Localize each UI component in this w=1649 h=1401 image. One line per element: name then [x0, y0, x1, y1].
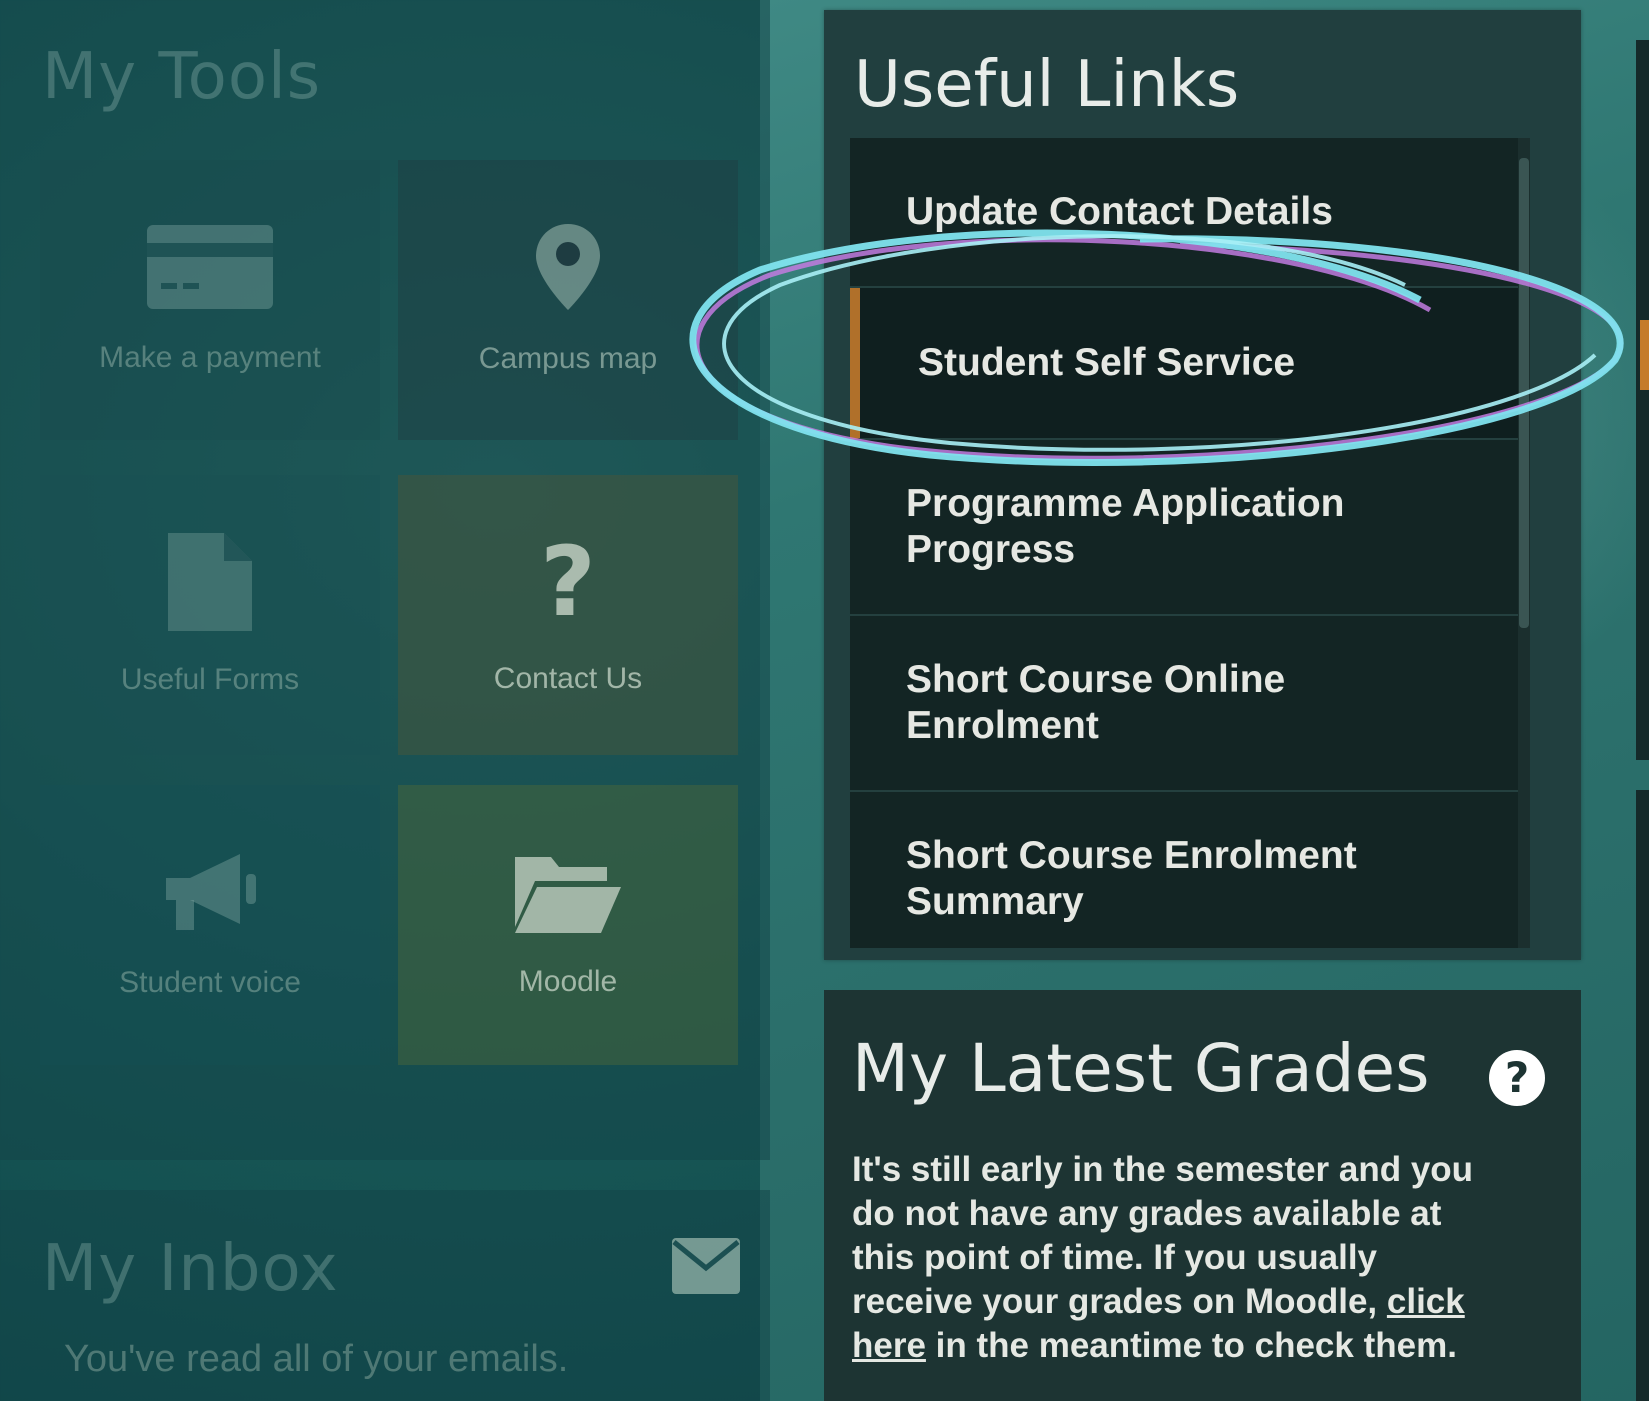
- useful-links-list[interactable]: Update Contact Details Student Self Serv…: [850, 138, 1530, 948]
- inbox-message: You've read all of your emails.: [64, 1338, 569, 1380]
- my-inbox-panel: My Inbox You've read all of your emails.: [0, 1190, 770, 1401]
- grades-message: It's still early in the semester and you…: [852, 1148, 1492, 1368]
- grades-message-text: It's still early in the semester and you…: [852, 1150, 1474, 1321]
- link-short-course-online-enrolment[interactable]: Short Course Online Enrolment: [850, 616, 1530, 792]
- adjacent-panel-edge: [1636, 790, 1649, 1401]
- links-scrollbar-thumb[interactable]: [1519, 158, 1529, 628]
- link-label: Short Course Online Enrolment: [906, 658, 1286, 747]
- link-label: Student Self Service: [918, 341, 1296, 384]
- tile-label: Student voice: [119, 966, 301, 999]
- my-inbox-heading: My Inbox: [42, 1232, 339, 1306]
- link-label: Programme Application Progress: [906, 482, 1345, 571]
- tile-make-a-payment[interactable]: Make a payment: [40, 160, 380, 440]
- question-circle-icon[interactable]: ?: [1489, 1050, 1545, 1106]
- useful-links-heading: Useful Links: [854, 48, 1240, 122]
- document-icon: [168, 533, 252, 631]
- my-tools-panel: My Tools Make a payment Campus map Usefu…: [0, 0, 770, 1160]
- links-scrollbar[interactable]: [1518, 138, 1530, 948]
- tile-campus-map[interactable]: Campus map: [398, 160, 738, 440]
- link-student-self-service[interactable]: Student Self Service: [850, 288, 1530, 440]
- tile-moodle[interactable]: Moodle: [398, 785, 738, 1065]
- folder-open-icon: [515, 851, 621, 933]
- tile-useful-forms[interactable]: Useful Forms: [40, 475, 380, 755]
- tile-label: Useful Forms: [120, 663, 300, 696]
- link-programme-application-progress[interactable]: Programme Application Progress: [850, 440, 1530, 616]
- megaphone-icon: [160, 850, 260, 934]
- tile-label: Make a payment: [99, 341, 321, 374]
- link-update-contact-details[interactable]: Update Contact Details: [850, 138, 1530, 288]
- envelope-icon[interactable]: [672, 1238, 740, 1298]
- adjacent-accent: [1640, 320, 1649, 390]
- tile-label: Moodle: [518, 965, 618, 998]
- grades-message-text-end: in the meantime to check them.: [935, 1326, 1457, 1365]
- useful-links-panel: Useful Links Update Contact Details Stud…: [824, 10, 1581, 960]
- tile-label: Contact Us: [493, 662, 643, 695]
- tile-contact-us[interactable]: ? Contact Us: [398, 475, 738, 755]
- link-short-course-enrolment-summary[interactable]: Short Course Enrolment Summary: [850, 792, 1530, 948]
- tile-label: Campus map: [478, 342, 658, 375]
- map-pin-icon: [536, 224, 600, 310]
- link-label: Update Contact Details: [906, 190, 1333, 233]
- latest-grades-heading: My Latest Grades: [852, 1030, 1430, 1107]
- my-tools-heading: My Tools: [42, 40, 322, 114]
- credit-card-icon: [147, 225, 273, 309]
- adjacent-panel-edge: [1636, 40, 1649, 760]
- latest-grades-panel: My Latest Grades ? It's still early in t…: [824, 990, 1581, 1401]
- tile-student-voice[interactable]: Student voice: [40, 785, 380, 1065]
- question-mark-icon: ?: [540, 526, 596, 638]
- link-label: Short Course Enrolment Summary: [906, 834, 1357, 923]
